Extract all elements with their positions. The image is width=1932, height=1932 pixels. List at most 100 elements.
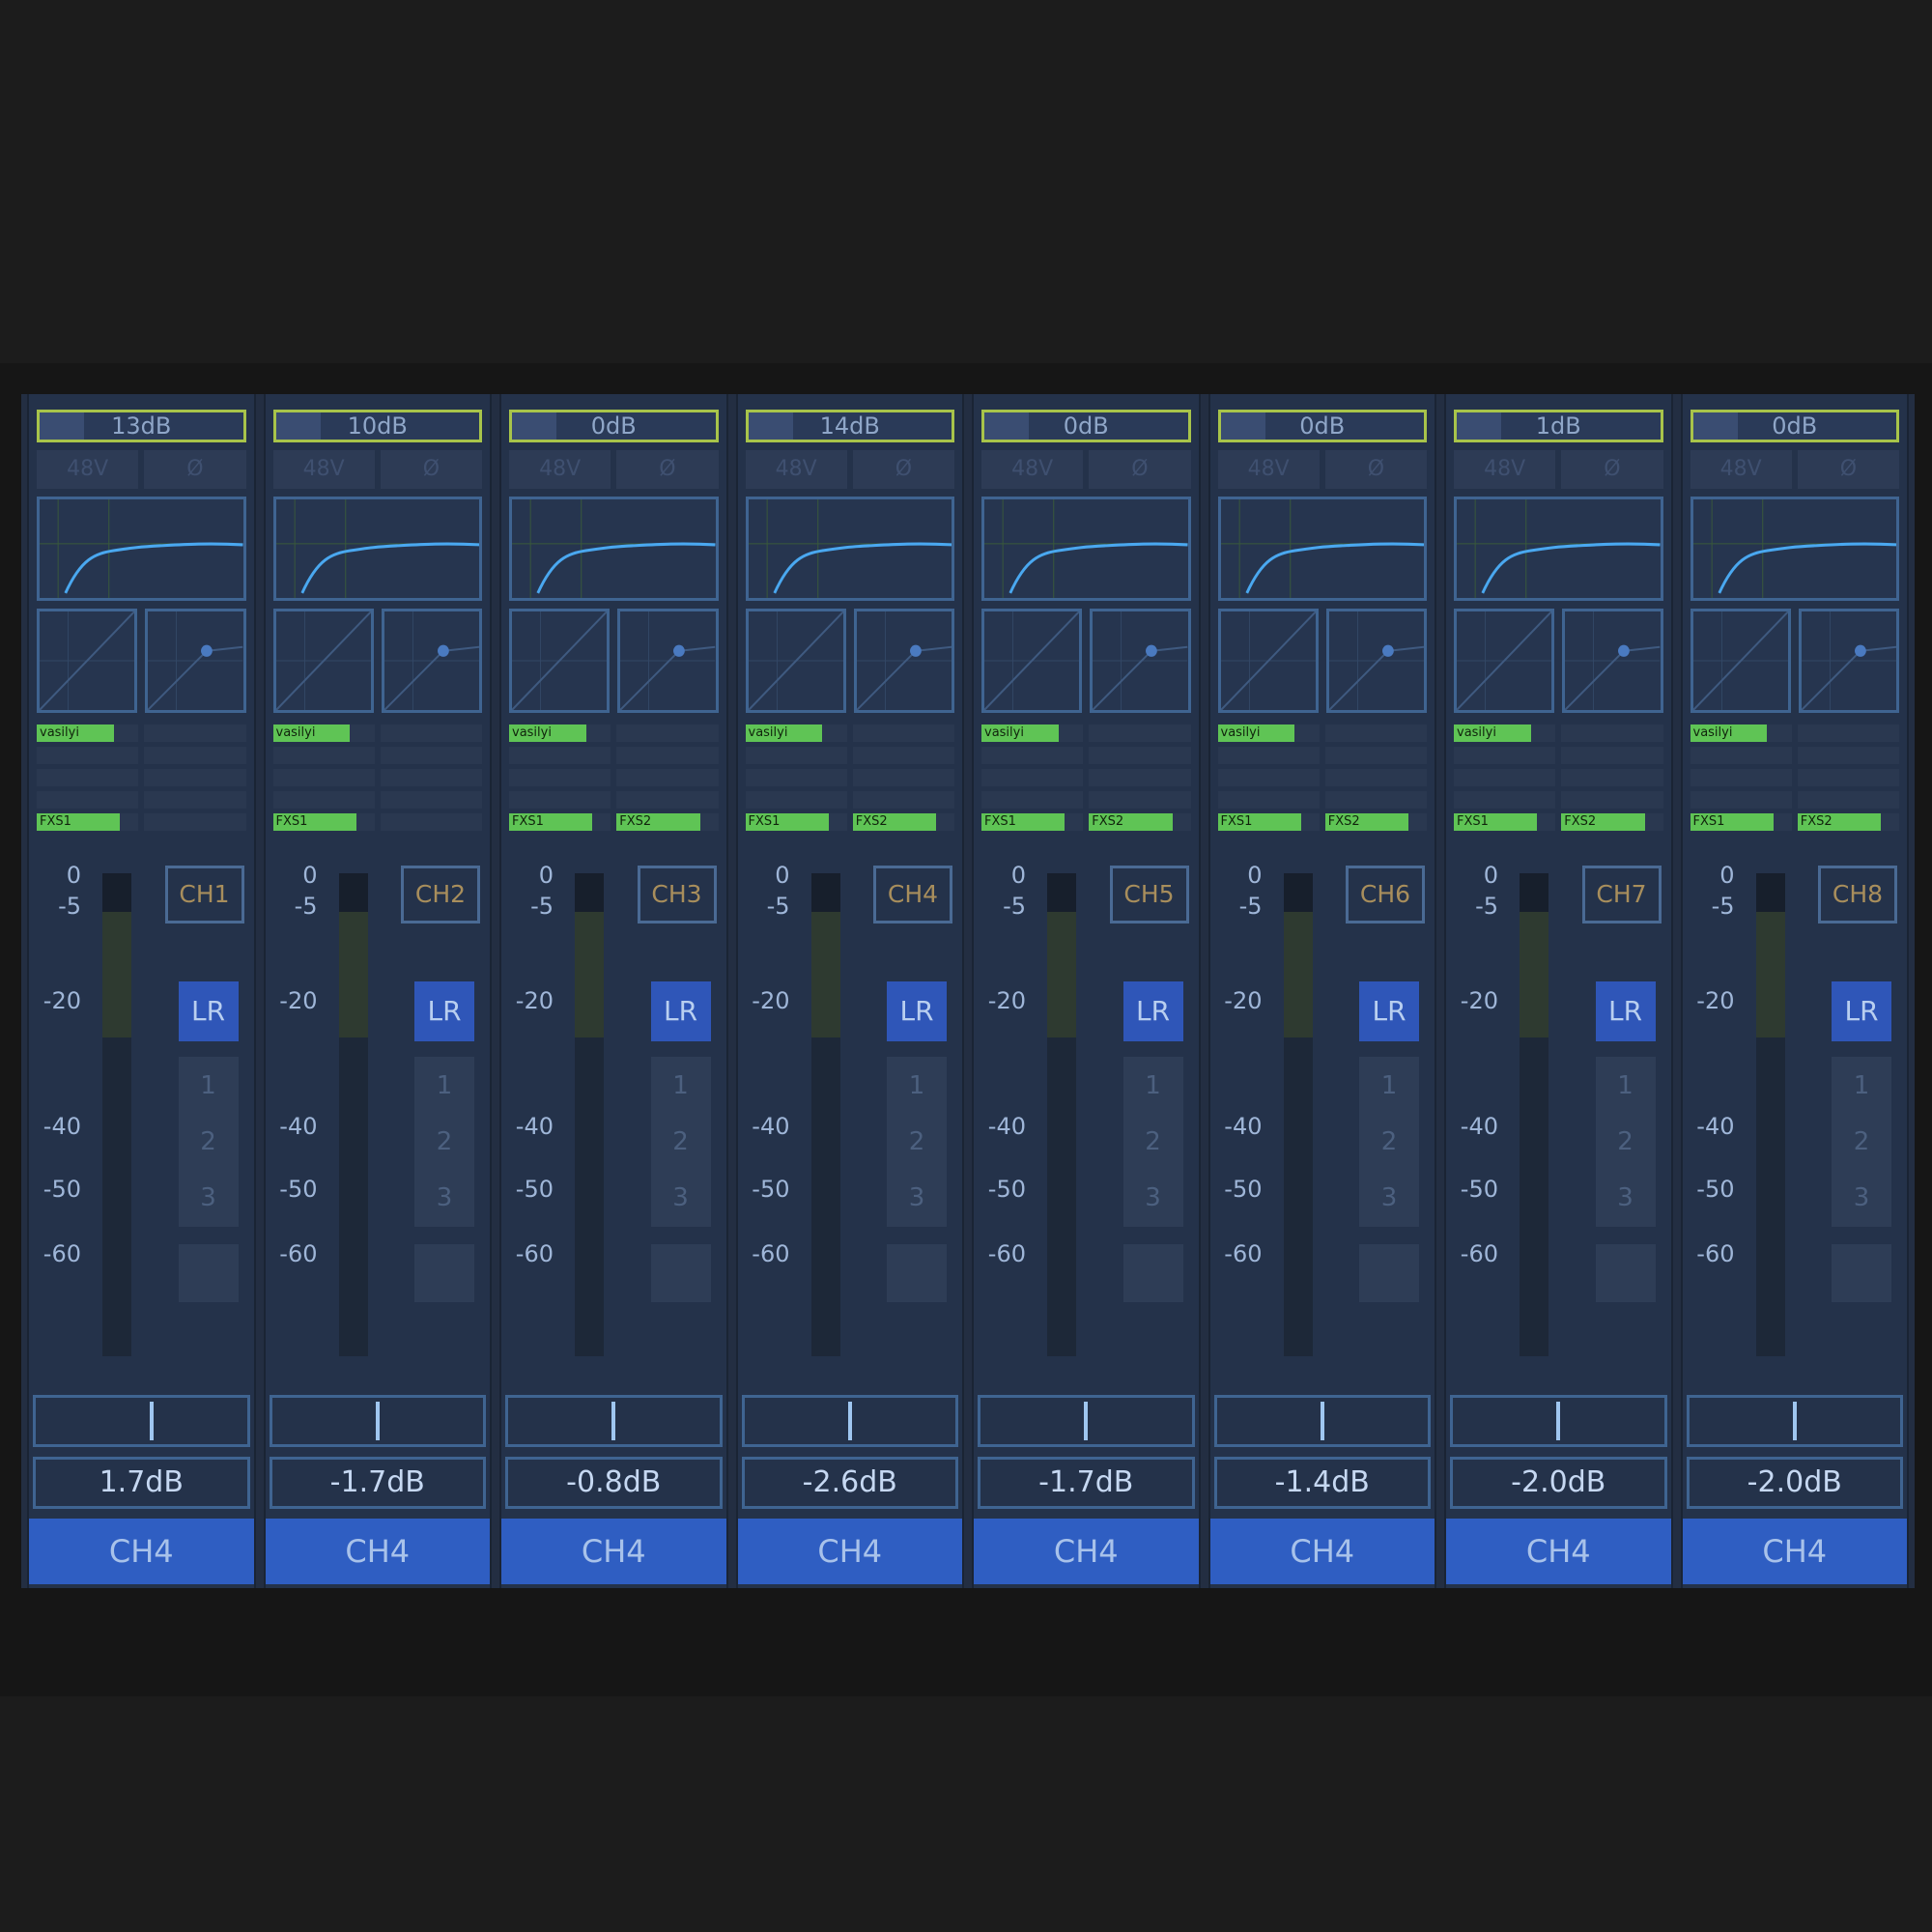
fader-value[interactable]: -1.7dB <box>269 1457 486 1509</box>
fx-send-tag[interactable]: FXS1 <box>745 813 829 831</box>
channel-name-button[interactable]: CH4 <box>974 1519 1199 1584</box>
fader-value[interactable]: -1.7dB <box>978 1457 1195 1509</box>
bus-button-2[interactable]: 2 <box>414 1113 474 1171</box>
fx-send-tag[interactable]: FXS2 <box>1797 813 1882 831</box>
gate-graph[interactable] <box>745 609 846 713</box>
bus-button-1[interactable]: 1 <box>414 1057 474 1115</box>
lr-assign-button[interactable]: LR <box>1832 981 1891 1041</box>
channel-name-button[interactable]: CH4 <box>265 1519 490 1584</box>
lr-assign-button[interactable]: LR <box>1359 981 1419 1041</box>
phase-invert-toggle[interactable]: Ø <box>380 450 482 489</box>
bus-button-3[interactable]: 3 <box>1122 1169 1183 1227</box>
bus-button-1[interactable]: 1 <box>1595 1057 1656 1115</box>
compressor-graph[interactable] <box>853 609 954 713</box>
bus-button-1[interactable]: 1 <box>887 1057 947 1115</box>
fx-send-tag[interactable]: FXS1 <box>1454 813 1538 831</box>
gate-graph[interactable] <box>1217 609 1319 713</box>
phase-invert-toggle[interactable]: Ø <box>1089 450 1191 489</box>
bus-button-1[interactable]: 1 <box>1122 1057 1183 1115</box>
eq-curve-display[interactable] <box>272 497 482 601</box>
bus-button-1[interactable]: 1 <box>1832 1057 1891 1115</box>
send-tag[interactable]: vasilyi <box>981 724 1059 742</box>
lr-assign-button[interactable]: LR <box>414 981 474 1041</box>
bus-button-2[interactable]: 2 <box>887 1113 947 1171</box>
phase-invert-toggle[interactable]: Ø <box>1324 450 1427 489</box>
channel-name-button[interactable]: CH4 <box>1209 1519 1435 1584</box>
gate-graph[interactable] <box>1690 609 1791 713</box>
channel-label-button[interactable]: CH3 <box>637 866 717 923</box>
gate-graph[interactable] <box>981 609 1083 713</box>
pan-slider[interactable] <box>1213 1395 1431 1447</box>
phantom-power-toggle[interactable]: 48V <box>1217 450 1320 489</box>
fx-send-tag[interactable]: FXS2 <box>1561 813 1645 831</box>
fader-value[interactable]: -2.0dB <box>1686 1457 1903 1509</box>
fx-send-tag[interactable]: FXS1 <box>272 813 356 831</box>
phantom-power-toggle[interactable]: 48V <box>745 450 847 489</box>
fader-value[interactable]: -0.8dB <box>505 1457 723 1509</box>
pan-knob[interactable] <box>150 1402 155 1440</box>
bus-button-4[interactable] <box>1832 1244 1891 1302</box>
bus-button-4[interactable] <box>178 1244 239 1302</box>
channel-label-button[interactable]: CH4 <box>873 866 952 923</box>
phase-invert-toggle[interactable]: Ø <box>1561 450 1663 489</box>
bus-button-2[interactable]: 2 <box>650 1113 711 1171</box>
bus-button-2[interactable]: 2 <box>1832 1113 1891 1171</box>
gate-graph[interactable] <box>509 609 611 713</box>
compressor-graph[interactable] <box>617 609 719 713</box>
pan-slider[interactable] <box>269 1395 486 1447</box>
send-tag[interactable]: vasilyi <box>1690 724 1768 742</box>
channel-label-button[interactable]: CH6 <box>1346 866 1425 923</box>
pan-knob[interactable] <box>611 1402 616 1440</box>
fader-value[interactable]: 1.7dB <box>33 1457 250 1509</box>
fx-send-tag[interactable]: FXS1 <box>1217 813 1301 831</box>
bus-button-2[interactable]: 2 <box>1595 1113 1656 1171</box>
gain-display[interactable]: 14dB <box>745 410 954 442</box>
eq-curve-display[interactable] <box>37 497 246 601</box>
pan-knob[interactable] <box>375 1402 380 1440</box>
bus-button-3[interactable]: 3 <box>887 1169 947 1227</box>
send-tag[interactable]: vasilyi <box>1217 724 1295 742</box>
pan-slider[interactable] <box>33 1395 250 1447</box>
send-tag[interactable]: vasilyi <box>37 724 114 742</box>
phantom-power-toggle[interactable]: 48V <box>981 450 1084 489</box>
channel-name-button[interactable]: CH4 <box>1682 1519 1907 1584</box>
send-tag[interactable]: vasilyi <box>272 724 351 742</box>
eq-curve-display[interactable] <box>1454 497 1663 601</box>
phantom-power-toggle[interactable]: 48V <box>1454 450 1556 489</box>
compressor-graph[interactable] <box>1562 609 1663 713</box>
pan-knob[interactable] <box>1556 1402 1561 1440</box>
gain-display[interactable]: 1dB <box>1454 410 1663 442</box>
phase-invert-toggle[interactable]: Ø <box>852 450 954 489</box>
fx-send-tag[interactable]: FXS1 <box>1690 813 1774 831</box>
compressor-graph[interactable] <box>1090 609 1191 713</box>
channel-name-button[interactable]: CH4 <box>1446 1519 1671 1584</box>
fx-send-tag[interactable]: FXS1 <box>509 813 593 831</box>
bus-button-3[interactable]: 3 <box>414 1169 474 1227</box>
bus-button-4[interactable] <box>1122 1244 1183 1302</box>
fx-send-tag[interactable]: FXS2 <box>1324 813 1409 831</box>
bus-button-4[interactable] <box>1359 1244 1419 1302</box>
bus-button-1[interactable]: 1 <box>178 1057 239 1115</box>
bus-button-4[interactable] <box>650 1244 711 1302</box>
phase-invert-toggle[interactable]: Ø <box>1797 450 1899 489</box>
eq-curve-display[interactable] <box>981 497 1191 601</box>
phase-invert-toggle[interactable]: Ø <box>616 450 719 489</box>
eq-curve-display[interactable] <box>1690 497 1899 601</box>
fx-send-tag[interactable]: FXS1 <box>37 813 121 831</box>
gain-display[interactable]: 10dB <box>272 410 482 442</box>
send-tag[interactable]: vasilyi <box>1454 724 1531 742</box>
compressor-graph[interactable] <box>1325 609 1427 713</box>
lr-assign-button[interactable]: LR <box>1122 981 1183 1041</box>
gain-display[interactable]: 0dB <box>509 410 719 442</box>
channel-name-button[interactable]: CH4 <box>737 1519 962 1584</box>
pan-slider[interactable] <box>1686 1395 1903 1447</box>
eq-curve-display[interactable] <box>509 497 719 601</box>
fader-value[interactable]: -2.6dB <box>741 1457 958 1509</box>
pan-knob[interactable] <box>1320 1402 1324 1440</box>
bus-button-4[interactable] <box>414 1244 474 1302</box>
gain-display[interactable]: 0dB <box>1217 410 1427 442</box>
phantom-power-toggle[interactable]: 48V <box>509 450 611 489</box>
lr-assign-button[interactable]: LR <box>1595 981 1656 1041</box>
fx-send-tag[interactable]: FXS2 <box>852 813 937 831</box>
bus-button-2[interactable]: 2 <box>1359 1113 1419 1171</box>
